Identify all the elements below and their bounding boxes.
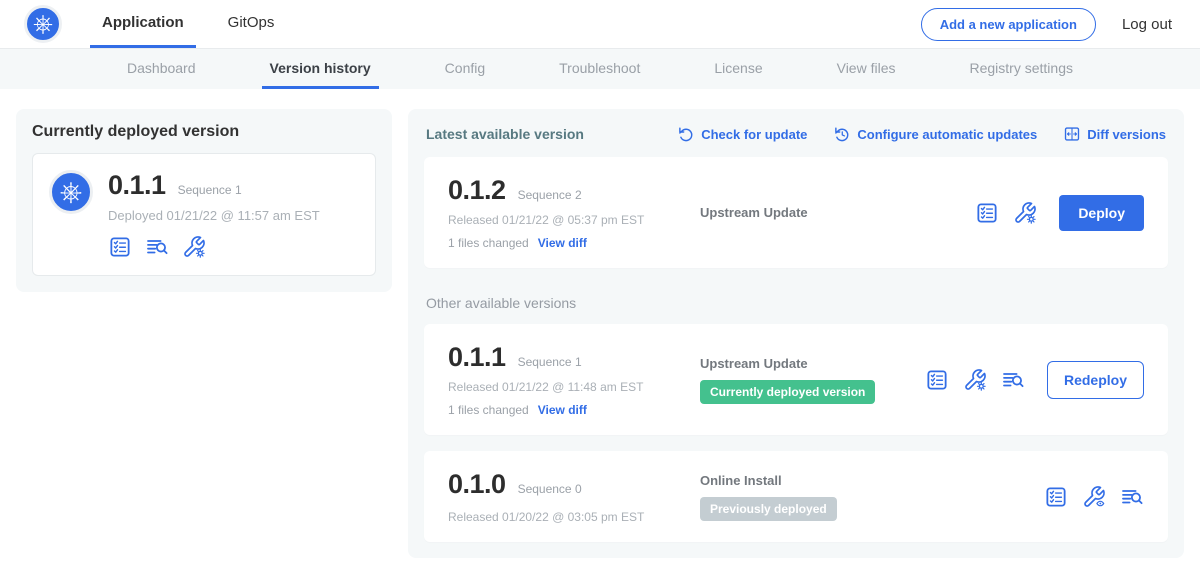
version-number: 0.1.0 xyxy=(448,469,506,500)
release-notes-icon[interactable] xyxy=(975,201,999,225)
tab-dashboard[interactable]: Dashboard xyxy=(119,49,204,89)
add-application-button[interactable]: Add a new application xyxy=(921,8,1096,41)
edit-config-icon[interactable] xyxy=(182,235,206,259)
diff-versions-label: Diff versions xyxy=(1087,127,1166,142)
view-files-icon[interactable] xyxy=(1120,485,1144,509)
app-header: ⎈ Application GitOps Add a new applicati… xyxy=(0,0,1200,49)
view-files-icon[interactable] xyxy=(1001,368,1025,392)
currently-deployed-title: Currently deployed version xyxy=(32,123,376,141)
available-versions-panel: Latest available version Check for updat… xyxy=(408,109,1184,558)
redeploy-button[interactable]: Redeploy xyxy=(1047,361,1144,399)
main-nav: Application GitOps xyxy=(90,0,306,48)
view-config-icon[interactable] xyxy=(1082,485,1106,509)
view-diff-link[interactable]: View diff xyxy=(538,236,587,250)
files-changed-label: 1 files changed xyxy=(448,236,529,250)
released-timestamp: Released 01/21/22 @ 05:37 pm EST xyxy=(448,213,700,227)
app-subnav: Dashboard Version history Config Trouble… xyxy=(0,49,1200,89)
version-source-label: Upstream Update xyxy=(700,205,975,220)
release-notes-icon[interactable] xyxy=(108,235,132,259)
files-changed-label: 1 files changed xyxy=(448,403,529,417)
edit-config-icon[interactable] xyxy=(963,368,987,392)
currently-deployed-badge: Currently deployed version xyxy=(700,380,875,404)
deployed-version-number: 0.1.1 xyxy=(108,170,166,201)
version-card-0-1-2: 0.1.2 Sequence 2 Released 01/21/22 @ 05:… xyxy=(424,157,1168,268)
schedule-update-icon xyxy=(833,125,851,143)
version-number: 0.1.1 xyxy=(448,342,506,373)
version-card-0-1-0: 0.1.0 Sequence 0 Released 01/20/22 @ 03:… xyxy=(424,451,1168,542)
check-for-update-label: Check for update xyxy=(701,127,807,142)
version-source-label: Upstream Update xyxy=(700,356,925,371)
app-logo-icon: ⎈ xyxy=(49,170,93,214)
tab-config[interactable]: Config xyxy=(437,49,493,89)
diff-versions-link[interactable]: Diff versions xyxy=(1063,125,1166,143)
release-notes-icon[interactable] xyxy=(1044,485,1068,509)
deployed-version-info: 0.1.1 Sequence 1 Deployed 01/21/22 @ 11:… xyxy=(108,170,320,259)
nav-tab-gitops[interactable]: GitOps xyxy=(216,0,287,48)
previously-deployed-badge: Previously deployed xyxy=(700,497,837,521)
currently-deployed-panel: Currently deployed version ⎈ 0.1.1 Seque… xyxy=(16,109,392,292)
header-right: Add a new application Log out xyxy=(921,8,1172,41)
deployed-timestamp: Deployed 01/21/22 @ 11:57 am EST xyxy=(108,208,320,223)
configure-automatic-updates-link[interactable]: Configure automatic updates xyxy=(833,125,1037,143)
tab-troubleshoot[interactable]: Troubleshoot xyxy=(551,49,648,89)
view-files-icon[interactable] xyxy=(145,235,169,259)
latest-available-title: Latest available version xyxy=(426,126,584,142)
logout-link[interactable]: Log out xyxy=(1122,16,1172,33)
tab-registry-settings[interactable]: Registry settings xyxy=(962,49,1081,89)
tab-view-files[interactable]: View files xyxy=(829,49,904,89)
check-for-update-link[interactable]: Check for update xyxy=(677,125,807,143)
tab-version-history[interactable]: Version history xyxy=(262,49,379,89)
sequence-label: Sequence 2 xyxy=(518,188,582,202)
version-number: 0.1.2 xyxy=(448,175,506,206)
nav-tab-application[interactable]: Application xyxy=(90,0,196,48)
sequence-label: Sequence 1 xyxy=(518,355,582,369)
deployed-version-card: ⎈ 0.1.1 Sequence 1 Deployed 01/21/22 @ 1… xyxy=(32,153,376,276)
refresh-icon xyxy=(677,125,695,143)
diff-versions-icon xyxy=(1063,125,1081,143)
deployed-sequence-label: Sequence 1 xyxy=(178,183,242,197)
released-timestamp: Released 01/20/22 @ 03:05 pm EST xyxy=(448,510,700,524)
sequence-label: Sequence 0 xyxy=(518,482,582,496)
version-source-label: Online Install xyxy=(700,473,1044,488)
main-content: Currently deployed version ⎈ 0.1.1 Seque… xyxy=(0,89,1200,578)
configure-automatic-updates-label: Configure automatic updates xyxy=(857,127,1037,142)
released-timestamp: Released 01/21/22 @ 11:48 am EST xyxy=(448,380,700,394)
tab-license[interactable]: License xyxy=(706,49,770,89)
edit-config-icon[interactable] xyxy=(1013,201,1037,225)
other-available-versions-title: Other available versions xyxy=(426,295,1166,311)
deploy-button[interactable]: Deploy xyxy=(1059,195,1144,231)
version-card-0-1-1: 0.1.1 Sequence 1 Released 01/21/22 @ 11:… xyxy=(424,324,1168,435)
kubernetes-logo-icon: ⎈ xyxy=(24,5,62,43)
release-notes-icon[interactable] xyxy=(925,368,949,392)
view-diff-link[interactable]: View diff xyxy=(538,403,587,417)
